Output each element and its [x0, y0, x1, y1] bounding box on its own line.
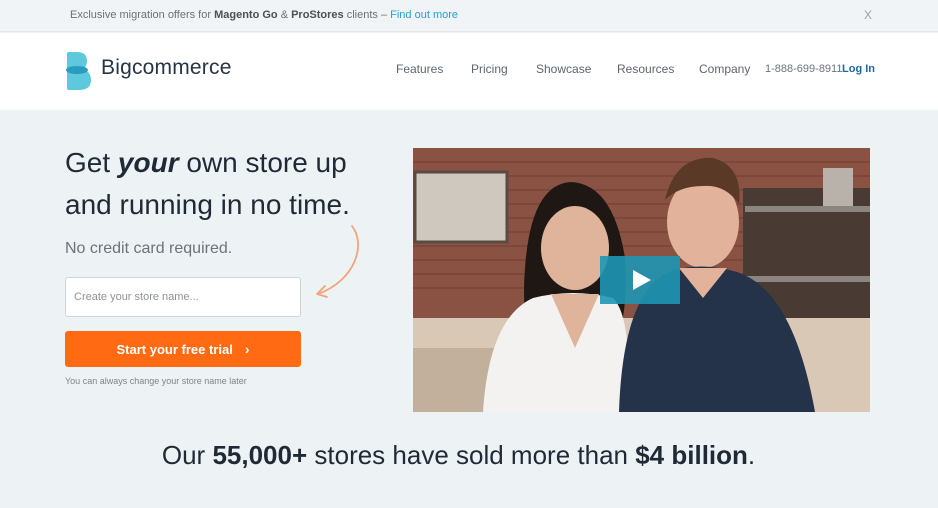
promo-text: Exclusive migration offers for Magento G…: [70, 9, 458, 21]
promo-bar: Exclusive migration offers for Magento G…: [0, 0, 938, 32]
stats-sales-amount: $4 billion: [635, 440, 748, 470]
nav-company[interactable]: Company: [699, 62, 750, 76]
play-triangle: [633, 270, 651, 290]
nav-pricing[interactable]: Pricing: [471, 62, 508, 76]
stats-stores-count: 55,000+: [212, 440, 308, 470]
find-out-more-link[interactable]: Find out more: [390, 9, 458, 21]
logo[interactable]: Bigcommerce: [65, 52, 245, 90]
nav-features[interactable]: Features: [396, 62, 443, 76]
hero-title-emphasis: your: [117, 147, 179, 178]
nav-showcase[interactable]: Showcase: [536, 62, 591, 76]
stats-middle: stores have sold more than: [307, 440, 636, 470]
close-icon[interactable]: X: [864, 8, 872, 22]
logo-text: Bigcommerce: [101, 56, 232, 79]
stats-suffix: .: [747, 440, 756, 470]
store-name-input[interactable]: [65, 277, 301, 317]
login-link[interactable]: Log In: [842, 63, 875, 75]
hero-subtitle: No credit card required.: [65, 240, 233, 257]
site-header: Bigcommerce Features Pricing Showcase Re…: [0, 33, 938, 110]
curved-arrow-icon: [316, 225, 359, 298]
play-icon[interactable]: [600, 256, 680, 304]
start-free-trial-button[interactable]: Start your free trial ›: [65, 331, 301, 367]
promo-amp: &: [277, 9, 292, 21]
cta-label: Start your free trial: [116, 342, 233, 357]
promo-brand-prostores: ProStores: [291, 9, 344, 21]
intro-video[interactable]: [413, 148, 870, 412]
hero-title: Get your own store up and running in no …: [65, 142, 395, 226]
phone-number[interactable]: 1-888-699-8911: [765, 63, 842, 75]
promo-suffix: clients –: [343, 9, 391, 21]
stats-headline: Our 55,000+ stores have sold more than $…: [0, 440, 917, 471]
promo-prefix: Exclusive migration offers for: [70, 9, 215, 21]
nav-resources[interactable]: Resources: [617, 62, 674, 76]
bigcommerce-logo-icon: [66, 52, 91, 90]
hero-title-part-1: Get: [65, 147, 118, 178]
stats-prefix: Our: [161, 440, 213, 470]
store-name-hint: You can always change your store name la…: [65, 376, 247, 386]
promo-brand-magento: Magento Go: [214, 9, 278, 21]
chevron-right-icon: ›: [244, 341, 250, 357]
